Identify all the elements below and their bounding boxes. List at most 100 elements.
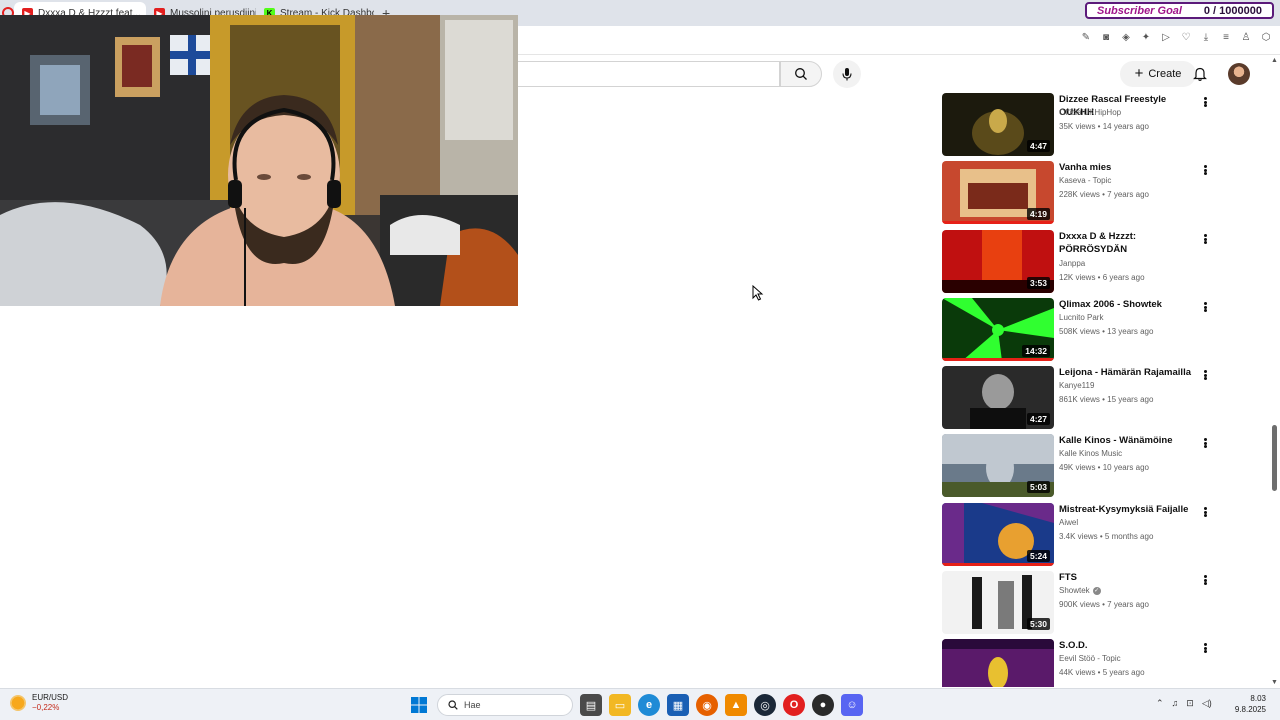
more-actions-button[interactable]	[1200, 436, 1210, 450]
video-thumbnail[interactable]: 4:19	[942, 161, 1054, 224]
video-channel[interactable]: OfficialUKHipHop	[1059, 108, 1121, 117]
list-item[interactable]: 5:30 FTS Showtek ✓ 900K views • 7 years a…	[942, 571, 1222, 635]
more-actions-button[interactable]	[1200, 232, 1210, 246]
obs-icon[interactable]: ●	[812, 694, 834, 716]
more-actions-button[interactable]	[1200, 573, 1210, 587]
page-scrollbar[interactable]: ▲ ▼	[1268, 55, 1280, 688]
video-title[interactable]: S.O.D.	[1059, 639, 1199, 652]
list-item[interactable]: 14:32 Qlimax 2006 - Showtek Lucnito Park…	[942, 298, 1222, 362]
ticker-change: −0,22%	[32, 703, 60, 712]
scroll-down-arrow-icon[interactable]: ▼	[1271, 679, 1278, 686]
heart-icon[interactable]: ♡	[1180, 32, 1192, 44]
video-channel[interactable]: Aiwel	[1059, 518, 1078, 527]
video-channel[interactable]: Kaseva - Topic	[1059, 176, 1111, 185]
video-title[interactable]: Kalle Kinos - Wänämöine	[1059, 434, 1199, 447]
video-channel[interactable]: Eevil Stöö - Topic	[1059, 654, 1121, 663]
more-actions-button[interactable]	[1200, 505, 1210, 519]
channel-name: Kaseva - Topic	[1059, 176, 1112, 185]
network-icon[interactable]: ⊡	[1186, 698, 1194, 709]
video-channel[interactable]: Kanye119	[1059, 381, 1094, 390]
firefox-icon[interactable]: ◉	[696, 694, 718, 716]
more-actions-button[interactable]	[1200, 641, 1210, 655]
box-icon[interactable]: ⬡	[1260, 32, 1272, 44]
create-button[interactable]: + Create	[1120, 61, 1196, 87]
list-item[interactable]: 5:03 Kalle Kinos - Wänämöine Kalle Kinos…	[942, 434, 1222, 498]
vlc-icon[interactable]: ▲	[725, 694, 747, 716]
taskbar-clock[interactable]: 8.03 9.8.2025	[1235, 693, 1266, 715]
edit-icon[interactable]: ✎	[1080, 32, 1092, 44]
channel-name: Kalle Kinos Music	[1059, 449, 1123, 458]
more-actions-button[interactable]	[1200, 95, 1210, 109]
verified-icon: ✓	[1092, 586, 1101, 595]
discord-icon[interactable]: ☺	[841, 694, 863, 716]
profile-icon[interactable]: ♙	[1240, 32, 1252, 44]
scroll-up-arrow-icon[interactable]: ▲	[1271, 57, 1278, 64]
taskbar-search[interactable]: Hae	[437, 694, 573, 716]
video-channel[interactable]: Kalle Kinos Music	[1059, 449, 1122, 458]
video-thumbnail[interactable]	[942, 639, 1054, 687]
video-title[interactable]: Dxxxa D & Hzzzt: PÖRRÖSYDÄN	[1059, 230, 1199, 256]
list-item[interactable]: 4:27 Leijona - Hämärän Rajamailla Kanye1…	[942, 366, 1222, 430]
clock-time: 8.03	[1250, 694, 1266, 703]
video-thumbnail[interactable]: 5:24	[942, 503, 1054, 566]
more-actions-button[interactable]	[1200, 163, 1210, 177]
video-duration: 3:53	[1026, 277, 1050, 289]
microphone-icon	[842, 68, 852, 81]
video-title[interactable]: Qlimax 2006 - Showtek	[1059, 298, 1199, 311]
video-title[interactable]: Mistreat-Kysymyksiä Faijalle	[1059, 503, 1199, 516]
list-item[interactable]: 4:47 Dizzee Rascal Freestyle OUKHH Offic…	[942, 93, 1222, 157]
channel-name: OfficialUKHipHop	[1059, 108, 1122, 117]
volume-icon[interactable]: ◁)	[1202, 698, 1212, 709]
task-view-icon[interactable]: ▤	[580, 694, 602, 716]
opera-icon[interactable]: O	[783, 694, 805, 716]
video-channel[interactable]: Lucnito Park	[1059, 313, 1103, 322]
video-thumbnail[interactable]: 5:30	[942, 571, 1054, 634]
video-duration: 4:19	[1026, 208, 1050, 220]
subscriber-goal-overlay: Subscriber Goal 0 / 1000000	[1085, 2, 1274, 19]
voice-search-button[interactable]	[833, 60, 861, 88]
video-thumbnail[interactable]: 4:27	[942, 366, 1054, 429]
video-channel[interactable]: Showtek ✓	[1059, 586, 1101, 595]
video-title[interactable]: Vanha mies	[1059, 161, 1199, 174]
video-meta: 508K views • 13 years ago	[1059, 327, 1154, 336]
more-actions-button[interactable]	[1200, 368, 1210, 382]
video-thumbnail[interactable]: 3:53	[942, 230, 1054, 293]
system-tray: ⌃ ♫ ⊡ ◁)	[1156, 698, 1212, 709]
channel-name: Kanye119	[1059, 381, 1095, 390]
windows-start-button[interactable]	[408, 694, 430, 716]
market-widget[interactable]: EUR/USD −0,22%	[10, 693, 68, 713]
subscriber-goal-count: 0 / 1000000	[1203, 4, 1262, 17]
bell-icon	[1193, 67, 1207, 81]
edge-icon[interactable]: e	[638, 694, 660, 716]
search-input[interactable]	[518, 61, 780, 87]
chevron-up-icon[interactable]: ⌃	[1156, 698, 1164, 709]
search-button[interactable]	[780, 61, 822, 87]
microphone-icon[interactable]: ♫	[1172, 698, 1179, 709]
scrollbar-thumb[interactable]	[1272, 425, 1277, 491]
list-item[interactable]: S.O.D. Eevil Stöö - Topic 44K views • 5 …	[942, 639, 1222, 687]
channel-name: Showtek	[1059, 586, 1090, 595]
video-thumbnail[interactable]: 4:47	[942, 93, 1054, 156]
list-item[interactable]: 4:19 Vanha mies Kaseva - Topic 228K view…	[942, 161, 1222, 225]
more-actions-button[interactable]	[1200, 300, 1210, 314]
extension-icon[interactable]: ✦	[1140, 32, 1152, 44]
file-explorer-icon[interactable]: ▭	[609, 694, 631, 716]
related-videos-list: 4:47 Dizzee Rascal Freestyle OUKHH Offic…	[942, 93, 1222, 687]
store-icon[interactable]: ▦	[667, 694, 689, 716]
search-icon	[795, 68, 807, 80]
shield-icon[interactable]: ◈	[1120, 32, 1132, 44]
steam-icon[interactable]: ◎	[754, 694, 776, 716]
video-channel[interactable]: Janppa	[1059, 259, 1085, 268]
video-thumbnail[interactable]: 14:32	[942, 298, 1054, 361]
video-title[interactable]: Leijona - Hämärän Rajamailla	[1059, 366, 1199, 379]
list-item[interactable]: 3:53 Dxxxa D & Hzzzt: PÖRRÖSYDÄN Janppa …	[942, 230, 1222, 294]
video-title[interactable]: FTS	[1059, 571, 1199, 584]
menu-icon[interactable]: ≡	[1220, 32, 1232, 44]
notifications-button[interactable]	[1190, 64, 1210, 84]
download-icon[interactable]: ⤓	[1200, 32, 1212, 44]
video-thumbnail[interactable]: 5:03	[942, 434, 1054, 497]
account-avatar[interactable]	[1228, 63, 1250, 85]
play-icon[interactable]: ▷	[1160, 32, 1172, 44]
camera-icon[interactable]: ◙	[1100, 32, 1112, 44]
list-item[interactable]: 5:24 Mistreat-Kysymyksiä Faijalle Aiwel …	[942, 503, 1222, 567]
